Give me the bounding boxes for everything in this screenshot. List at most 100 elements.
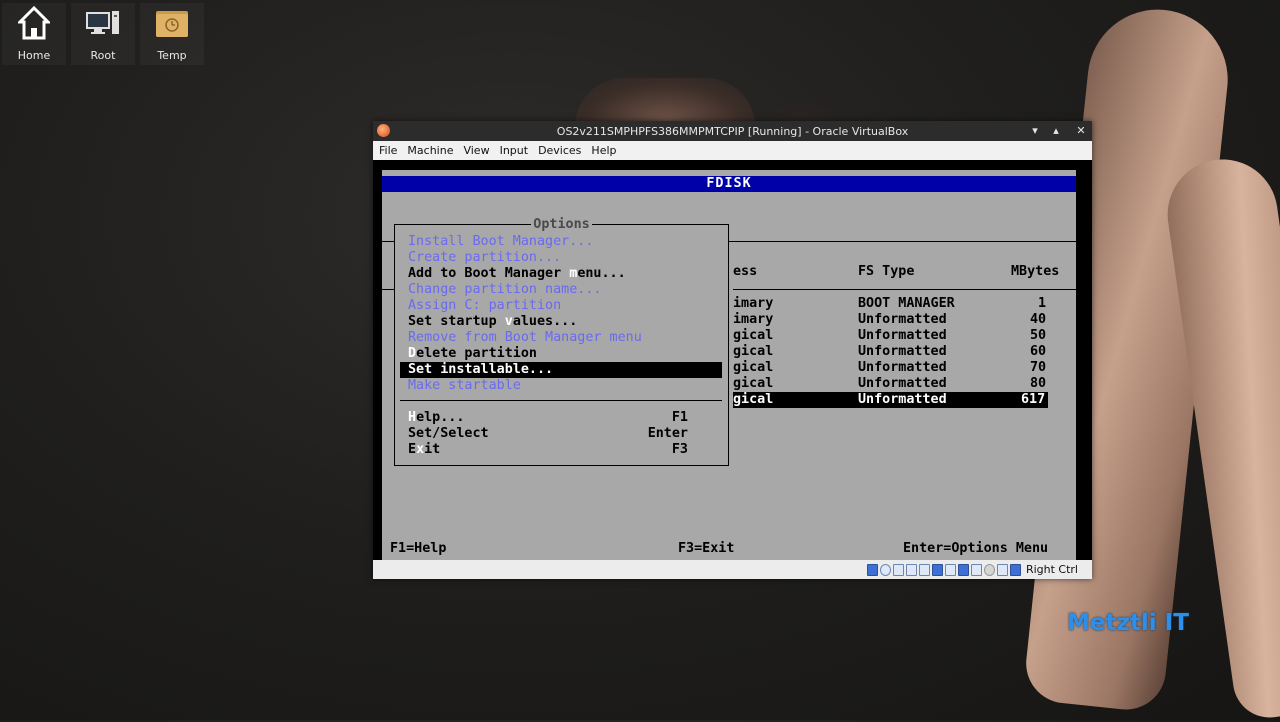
fdisk-title: FDISK (382, 176, 1076, 192)
column-fs-type: FS Type (858, 264, 915, 279)
table-header-rule-left (382, 289, 394, 290)
audio-status-icon[interactable] (892, 563, 904, 576)
menu-shortcut-f1: F1 (671, 410, 688, 425)
home-icon (18, 6, 50, 40)
cell-mbytes: 60 (1030, 344, 1047, 359)
desktop-icon-label: Root (90, 49, 116, 62)
menu-item-assign-c-partition[interactable]: Assign C: partition (408, 298, 561, 314)
cell-access: gical (733, 376, 774, 391)
cell-access: gical (733, 328, 774, 343)
network-status-icon[interactable] (905, 563, 917, 576)
desktop-icon-root[interactable]: Root (71, 3, 135, 65)
menu-item-set-startup-values[interactable]: Set startup values... (408, 314, 577, 330)
menu-item-set-select[interactable]: Set/Select (408, 426, 489, 442)
column-access: ess (733, 264, 758, 279)
menu-item-create-partition[interactable]: Create partition... (408, 250, 561, 266)
hotkey-letter: v (504, 314, 513, 329)
menu-item-help[interactable]: Help... (408, 410, 464, 426)
footer-help: F1=Help (390, 541, 447, 556)
table-row-selected[interactable]: gical Unformatted 617 (733, 392, 1048, 408)
storage-status-icon[interactable] (866, 563, 878, 576)
virtualization-status-icon[interactable] (970, 563, 982, 576)
menu-devices[interactable]: Devices (534, 144, 585, 157)
cell-fs-type: Unformatted (858, 360, 947, 375)
virtualbox-window[interactable]: OS2v211SMPHPFS386MMPMTCPIP [Running] - O… (373, 121, 1092, 579)
cell-mbytes: 70 (1030, 360, 1047, 375)
options-title-text: Options (531, 217, 592, 232)
desktop-icon-temp[interactable]: Temp (140, 3, 204, 65)
hotkey-letter: x (416, 442, 425, 457)
desktop-icon-home[interactable]: Home (2, 3, 66, 65)
cell-access: gical (733, 344, 774, 359)
footer-options-menu: Enter=Options Menu (903, 541, 1049, 556)
cell-mbytes: 617 (1021, 392, 1046, 407)
cell-fs-type: Unformatted (858, 392, 947, 407)
table-top-rule-left (382, 241, 394, 242)
menu-item-text: enu... (577, 266, 626, 281)
menu-item-install-boot-manager[interactable]: Install Boot Manager... (408, 234, 593, 250)
menu-item-text: elp... (416, 410, 465, 425)
menu-item-text: E (408, 442, 417, 457)
folder-icon (156, 11, 188, 37)
fdisk-console: FDISK ess FS Type MBytes imary BOOT MANA… (382, 170, 1076, 560)
footer-exit: F3=Exit (678, 541, 735, 556)
cell-access: gical (733, 360, 774, 375)
virtualbox-app-icon (377, 124, 390, 137)
cell-access: imary (733, 296, 774, 311)
table-header-rule (733, 289, 1076, 290)
menu-item-text: alues... (512, 314, 578, 329)
menu-help[interactable]: Help (587, 144, 620, 157)
menu-separator (400, 400, 722, 401)
menu-item-delete-partition[interactable]: Delete partition (408, 346, 537, 362)
host-key-label: Right Ctrl (1025, 563, 1078, 576)
close-button[interactable]: ✕ (1073, 123, 1089, 139)
cell-fs-type: Unformatted (858, 312, 947, 327)
cell-access: imary (733, 312, 774, 327)
watermark-text: Metztli IT (1067, 610, 1189, 636)
minimize-button[interactable]: ▾ (1027, 123, 1043, 139)
hotkey-letter: D (408, 346, 417, 361)
desktop-icon-label: Temp (157, 49, 187, 62)
cell-mbytes: 50 (1030, 328, 1047, 343)
status-bar: Right Ctrl (373, 560, 1092, 579)
options-title: Options (395, 217, 728, 232)
hotkey-letter: H (408, 410, 417, 425)
menu-bar: File Machine View Input Devices Help (373, 141, 1092, 160)
usb-status-icon[interactable] (918, 563, 930, 576)
display-status-icon[interactable] (944, 563, 956, 576)
desktop-icon-label: Home (17, 49, 51, 62)
menu-item-exit[interactable]: Exit (408, 442, 440, 458)
cell-mbytes: 40 (1030, 312, 1047, 327)
keyboard-status-icon[interactable] (996, 563, 1008, 576)
menu-input[interactable]: Input (496, 144, 532, 157)
window-titlebar[interactable]: OS2v211SMPHPFS386MMPMTCPIP [Running] - O… (373, 121, 1092, 141)
menu-item-make-startable[interactable]: Make startable (408, 378, 521, 394)
menu-shortcut-f3: F3 (671, 442, 688, 457)
host-key-arrow-icon (1009, 563, 1021, 576)
menu-shortcut-enter: Enter (647, 426, 688, 441)
cell-fs-type: Unformatted (858, 376, 947, 391)
menu-item-text: Add to Boot Manager (408, 266, 570, 281)
shared-folders-status-icon[interactable] (931, 563, 943, 576)
video-capture-status-icon[interactable] (957, 563, 969, 576)
vm-screen[interactable]: FDISK ess FS Type MBytes imary BOOT MANA… (373, 160, 1092, 560)
menu-view[interactable]: View (459, 144, 493, 157)
menu-item-add-to-boot-manager[interactable]: Add to Boot Manager menu... (408, 266, 626, 282)
cell-access: gical (733, 392, 774, 407)
cell-fs-type: Unformatted (858, 328, 947, 343)
menu-item-set-installable[interactable]: Set installable... (400, 362, 722, 378)
menu-item-remove-from-boot-manager[interactable]: Remove from Boot Manager menu (408, 330, 642, 346)
menu-item-text: it (424, 442, 441, 457)
menu-file[interactable]: File (375, 144, 401, 157)
cell-mbytes: 1 (1038, 296, 1047, 311)
column-mbytes: MBytes (1011, 264, 1060, 279)
menu-item-text: Set startup (408, 314, 505, 329)
mouse-integration-status-icon[interactable] (983, 563, 995, 576)
menu-item-change-partition-name[interactable]: Change partition name... (408, 282, 601, 298)
cell-fs-type: Unformatted (858, 344, 947, 359)
menu-machine[interactable]: Machine (403, 144, 457, 157)
maximize-button[interactable]: ▴ (1048, 123, 1064, 139)
optical-drive-status-icon[interactable] (879, 563, 891, 576)
window-title: OS2v211SMPHPFS386MMPMTCPIP [Running] - O… (556, 124, 909, 138)
cell-fs-type: BOOT MANAGER (858, 296, 955, 311)
